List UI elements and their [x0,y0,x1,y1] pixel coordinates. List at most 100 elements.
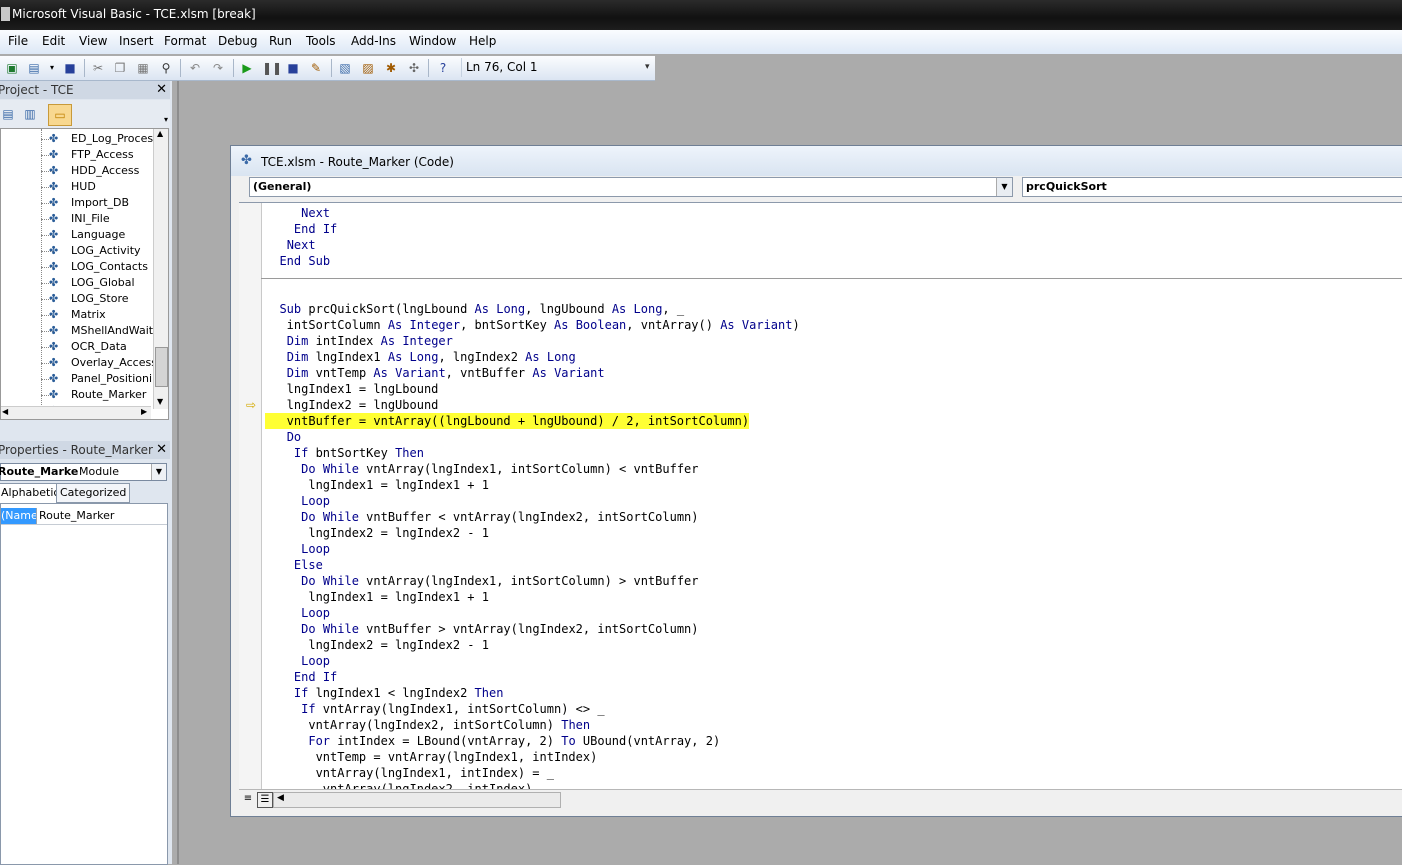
code-line[interactable]: vntArray(lngIndex2, intSortColumn) Then [265,717,590,733]
menu-view[interactable]: View [79,34,107,48]
procedure-combo[interactable]: prcQuickSort [1022,177,1402,197]
object-selector[interactable]: Route_Marke Module ▼ [0,463,167,481]
code-line[interactable]: If bntSortKey Then [265,445,424,461]
cut-icon[interactable]: ✂ [90,60,106,76]
horizontal-scrollbar[interactable]: ◀ [273,792,561,808]
module-icon: ✤ [49,260,59,273]
undo-icon[interactable]: ↶ [187,60,203,76]
code-line[interactable]: Loop [265,493,330,509]
menu-file[interactable]: File [8,34,28,48]
scroll-down-icon[interactable]: ▼ [157,397,163,406]
tree-vertical-scrollbar[interactable]: ▲ ▼ [153,129,168,409]
menu-insert[interactable]: Insert [119,34,153,48]
scroll-right-icon[interactable]: ▶ [141,407,147,416]
object-combo[interactable]: (General) ▼ [249,177,1013,197]
procedure-view-icon[interactable]: ≡ [241,792,255,806]
view-excel-icon[interactable]: ▣ [4,60,20,76]
code-line[interactable]: vntArray(lngIndex1, intIndex) = _ [265,765,554,781]
code-line[interactable]: Loop [265,541,330,557]
help-icon[interactable]: ? [435,60,451,76]
close-icon[interactable]: ✕ [156,82,167,97]
property-value[interactable]: Route_Marker [39,508,114,524]
scroll-thumb[interactable] [155,347,168,387]
menu-edit[interactable]: Edit [42,34,65,48]
code-line[interactable]: Dim lngIndex1 As Long, lngIndex2 As Long [265,349,576,365]
chevron-down-icon[interactable]: ▼ [996,178,1012,196]
break-icon[interactable]: ❚❚ [262,60,282,76]
toggle-folders-icon[interactable]: ▭ [48,104,72,126]
code-line[interactable]: Do [265,429,301,445]
code-line[interactable]: End If [265,221,337,237]
current-execution-line[interactable]: vntBuffer = vntArray((lngLbound + lngUbo… [265,413,750,429]
margin-indicator-bar[interactable]: ⇨ [239,203,262,789]
code-line[interactable]: Do While vntBuffer > vntArray(lngIndex2,… [265,621,698,637]
code-line[interactable]: Do While vntBuffer < vntArray(lngIndex2,… [265,509,698,525]
redo-icon[interactable]: ↷ [210,60,226,76]
code-line[interactable]: End Sub [265,253,330,269]
find-icon[interactable]: ⚲ [158,60,174,76]
property-row[interactable]: (Name) Route_Marker [1,508,167,525]
left-panel: Project - TCE ✕ ▤ ▥ ▭ ▾ ✤ ED_Log_Process ✤… [0,81,174,865]
code-line[interactable]: lngIndex1 = lngIndex1 + 1 [265,477,489,493]
project-explorer-title: Project - TCE [0,83,74,97]
code-line[interactable]: lngIndex2 = lngUbound [265,397,439,413]
toolbox-icon[interactable]: ✣ [406,60,422,76]
module-icon: ✤ [49,324,59,337]
code-line[interactable]: lngIndex1 = lngIndex1 + 1 [265,589,489,605]
design-mode-icon[interactable]: ✎ [308,60,324,76]
scroll-left-icon[interactable]: ◀ [2,407,8,416]
full-module-view-icon[interactable]: ☰ [257,792,273,808]
tree-item-label: HDD_Access [71,164,140,177]
code-line[interactable]: End If [265,669,337,685]
code-line[interactable]: vntTemp = vntArray(lngIndex1, intIndex) [265,749,598,765]
code-line[interactable]: Next [265,205,330,221]
code-line[interactable]: Loop [265,653,330,669]
code-line[interactable]: Loop [265,605,330,621]
menu-add-ins[interactable]: Add-Ins [351,34,396,48]
code-line[interactable]: Do While vntArray(lngIndex1, intSortColu… [265,461,698,477]
code-line[interactable]: If lngIndex1 < lngIndex2 Then [265,685,504,701]
code-line[interactable]: Else [265,557,323,573]
close-icon[interactable]: ✕ [156,442,167,457]
code-line[interactable]: lngIndex2 = lngIndex2 - 1 [265,525,489,541]
scroll-up-icon[interactable]: ▲ [157,129,163,138]
menu-format[interactable]: Format [164,34,206,48]
insert-dropdown-icon[interactable]: ▾ [44,60,60,76]
toolbar-options-icon[interactable]: ▾ [158,112,174,128]
project-explorer-icon[interactable]: ▧ [337,60,353,76]
insert-module-icon[interactable]: ▤ [26,60,42,76]
code-line[interactable]: lngIndex1 = lngLbound [265,381,439,397]
save-icon[interactable]: ■ [62,60,78,76]
code-line[interactable]: Sub prcQuickSort(lngLbound As Long, lngU… [265,301,684,317]
properties-window-icon[interactable]: ▨ [360,60,376,76]
code-editor[interactable]: ⇨ Next End If Next End Sub Sub prcQuickS… [239,202,1402,789]
menu-help[interactable]: Help [469,34,496,48]
scroll-left-icon[interactable]: ◀ [277,793,284,803]
code-line[interactable]: If vntArray(lngIndex1, intSortColumn) <>… [265,701,604,717]
code-line[interactable]: Next [265,237,316,253]
tab-categorized[interactable]: Categorized [56,483,131,503]
code-line[interactable]: vntArray(lngIndex2, intIndex) [265,781,533,789]
tree-item-label: Panel_Positioning [71,372,167,385]
code-line[interactable]: For intIndex = LBound(vntArray, 2) To UB… [265,733,720,749]
code-line[interactable]: Dim intIndex As Integer [265,333,453,349]
code-line[interactable]: Do While vntArray(lngIndex1, intSortColu… [265,573,698,589]
paste-icon[interactable]: ▦ [135,60,151,76]
menu-debug[interactable]: Debug [218,34,257,48]
copy-icon[interactable]: ❐ [112,60,128,76]
run-icon[interactable]: ▶ [239,60,255,76]
view-code-icon[interactable]: ▤ [0,106,16,122]
menu-window[interactable]: Window [409,34,456,48]
code-line[interactable]: lngIndex2 = lngIndex2 - 1 [265,637,489,653]
tab-alphabetic[interactable]: Alphabetic [0,483,64,503]
object-browser-icon[interactable]: ✱ [383,60,399,76]
chevron-down-icon[interactable]: ▼ [151,464,166,480]
view-object-icon[interactable]: ▥ [22,106,38,122]
code-line[interactable]: Dim vntTemp As Variant, vntBuffer As Var… [265,365,605,381]
menu-tools[interactable]: Tools [306,34,336,48]
code-line[interactable]: intSortColumn As Integer, bntSortKey As … [265,317,800,333]
reset-icon[interactable]: ■ [285,60,301,76]
tree-horizontal-scrollbar[interactable]: ◀ ▶ [1,406,151,419]
menu-run[interactable]: Run [269,34,292,48]
toolbar-options-icon[interactable]: ▾ [645,62,650,72]
